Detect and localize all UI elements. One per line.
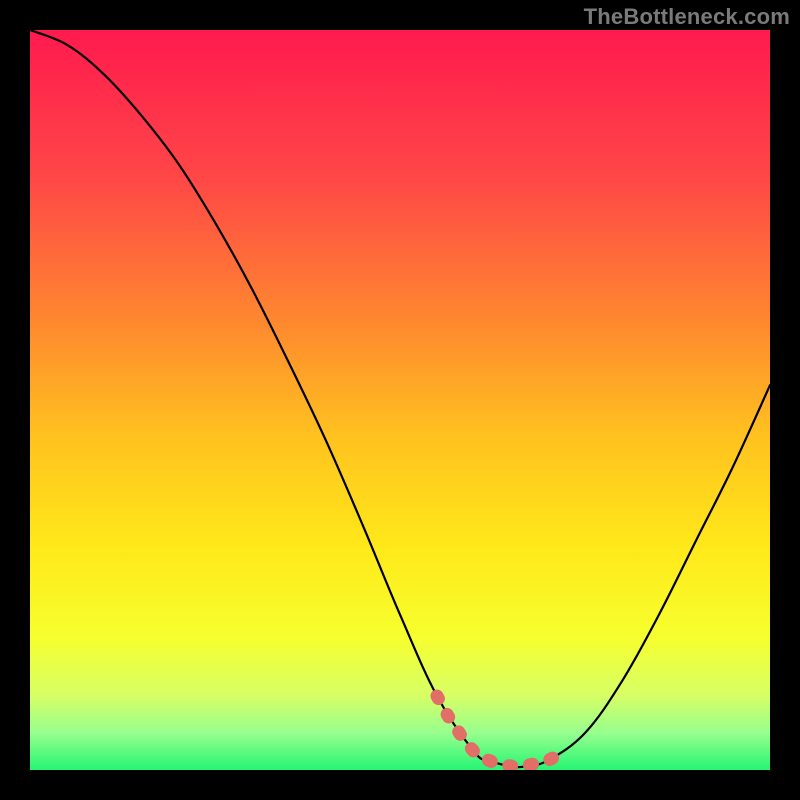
chart-stage: TheBottleneck.com [0, 0, 800, 800]
gradient-background [30, 30, 770, 770]
chart-svg [30, 30, 770, 770]
watermark-label: TheBottleneck.com [584, 4, 790, 30]
plot-area [30, 30, 770, 770]
